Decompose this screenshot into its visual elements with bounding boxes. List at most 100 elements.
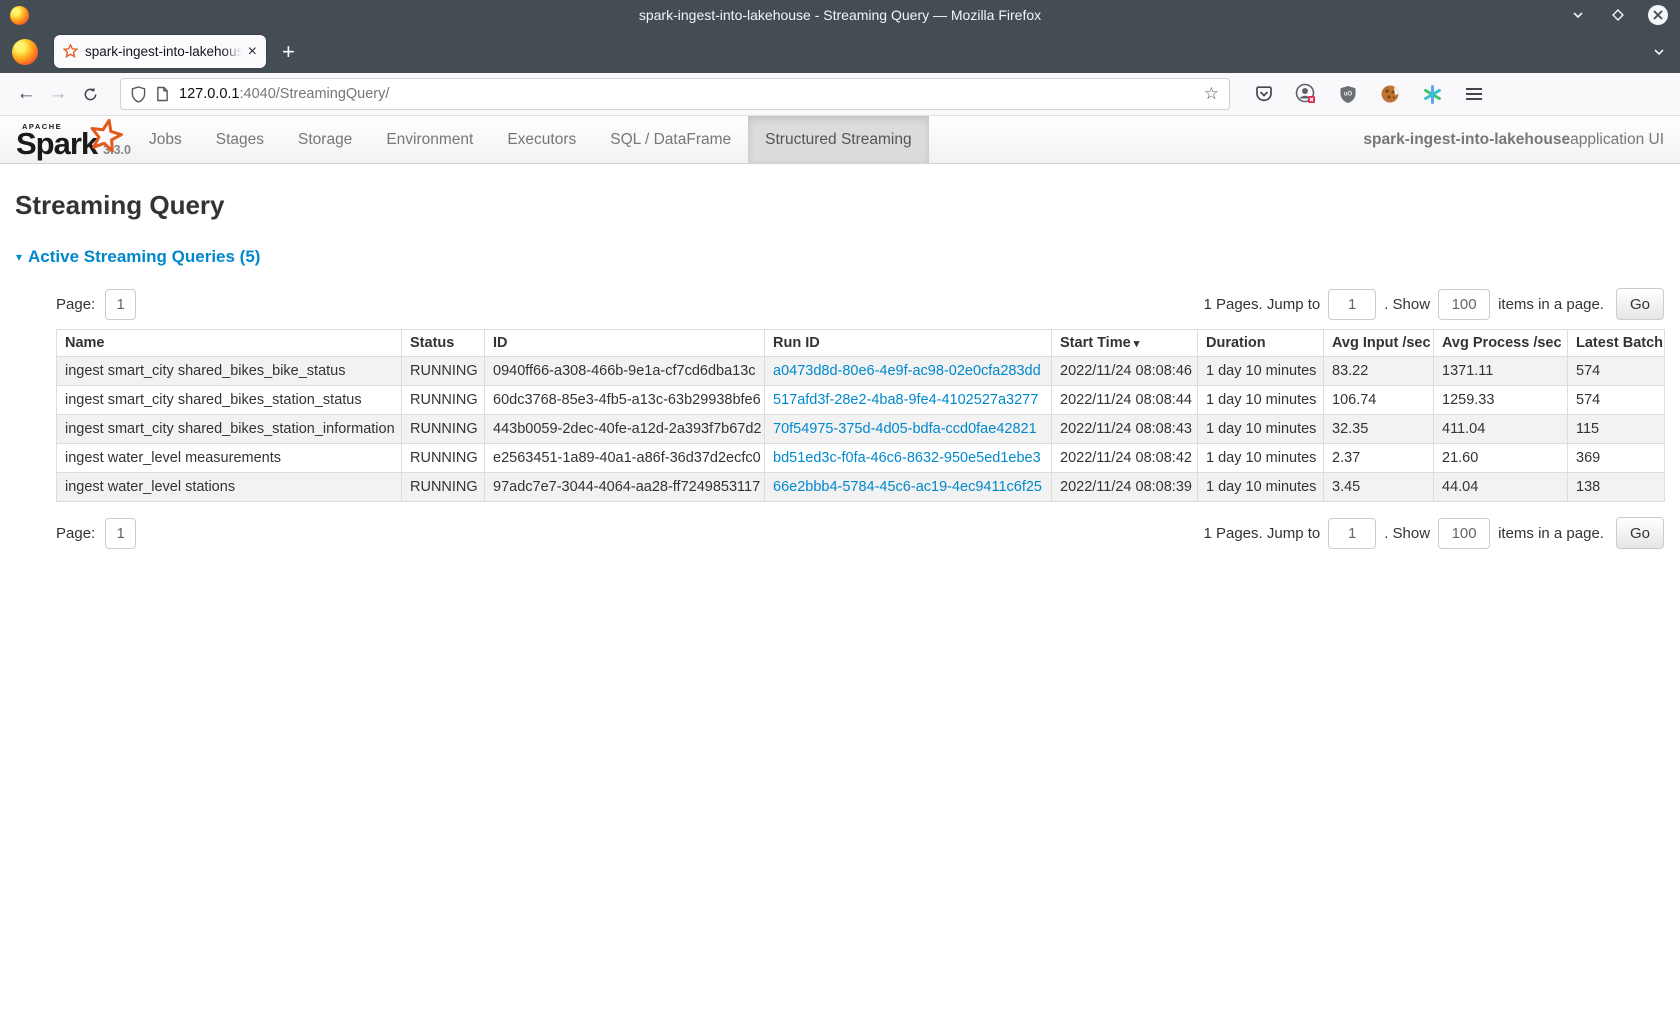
column-header-latest-batch[interactable]: Latest Batch <box>1568 330 1665 357</box>
column-header-avg-input-sec[interactable]: Avg Input /sec <box>1324 330 1434 357</box>
run-id-link[interactable]: 70f54975-375d-4d05-bdfa-ccd0fae42821 <box>773 421 1037 437</box>
shield-icon[interactable] <box>131 86 146 103</box>
extension-asterisk-icon[interactable] <box>1418 80 1446 108</box>
column-header-id[interactable]: ID <box>485 330 765 357</box>
bookmark-star-icon[interactable]: ☆ <box>1204 84 1219 104</box>
cell-id: 443b0059-2dec-40fe-a12d-2a393f7b67d2 <box>485 415 765 444</box>
cell-run-id: a0473d8d-80e6-4e9f-ac98-02e0cfa283dd <box>765 357 1052 386</box>
nav-item-environment[interactable]: Environment <box>369 116 490 163</box>
list-tabs-icon[interactable] <box>1652 45 1666 59</box>
cell-avg-process: 44.04 <box>1434 473 1568 502</box>
menu-icon[interactable] <box>1460 80 1488 108</box>
go-button[interactable]: Go <box>1616 517 1664 549</box>
page-size-input[interactable] <box>1438 289 1490 320</box>
cell-run-id: 66e2bbb4-5784-45c6-ac19-4ec9411c6f25 <box>765 473 1052 502</box>
browser-tab[interactable]: spark-ingest-into-lakehouse × <box>54 35 266 68</box>
pocket-icon[interactable] <box>1250 80 1278 108</box>
cell-id: 60dc3768-85e3-4fb5-a13c-63b29938bfe6 <box>485 386 765 415</box>
application-suffix: application UI <box>1570 131 1664 149</box>
cell-duration: 1 day 10 minutes <box>1198 415 1324 444</box>
column-header-start-time[interactable]: Start Time ▾ <box>1052 330 1198 357</box>
column-header-duration[interactable]: Duration <box>1198 330 1324 357</box>
page-number-input[interactable] <box>105 289 136 320</box>
tab-close-icon[interactable]: × <box>242 43 257 61</box>
jump-to-input[interactable] <box>1328 518 1376 549</box>
cookie-icon[interactable] <box>1376 80 1404 108</box>
application-ui-label: spark-ingest-into-lakehouse application … <box>1363 116 1680 163</box>
cell-start-time: 2022/11/24 08:08:42 <box>1052 444 1198 473</box>
cell-run-id: 517afd3f-28e2-4ba8-9fe4-4102527a3277 <box>765 386 1052 415</box>
cell-avg-input: 106.74 <box>1324 386 1434 415</box>
column-header-avg-process-sec[interactable]: Avg Process /sec <box>1434 330 1568 357</box>
nav-item-jobs[interactable]: Jobs <box>132 116 199 163</box>
cell-id: 0940ff66-a308-466b-9e1a-cf7cd6dba13c <box>485 357 765 386</box>
cell-id: 97adc7e7-3044-4064-aa28-ff7249853117 <box>485 473 765 502</box>
url-bar[interactable]: 127.0.0.1:4040/StreamingQuery/ ☆ <box>120 78 1230 110</box>
page-size-input[interactable] <box>1438 518 1490 549</box>
cell-duration: 1 day 10 minutes <box>1198 444 1324 473</box>
spark-logo[interactable]: APACHE Spark 3.3.0 <box>0 116 132 163</box>
show-label: . Show <box>1384 525 1430 542</box>
active-queries-toggle[interactable]: ▾ Active Streaming Queries (5) <box>16 247 260 267</box>
close-icon[interactable] <box>1648 5 1668 25</box>
column-header-name[interactable]: Name <box>57 330 402 357</box>
cell-avg-input: 83.22 <box>1324 357 1434 386</box>
cell-latest-batch: 138 <box>1568 473 1665 502</box>
ublock-icon[interactable]: uO <box>1334 80 1362 108</box>
show-label: . Show <box>1384 296 1430 313</box>
minimize-icon[interactable] <box>1568 5 1588 25</box>
cell-avg-process: 21.60 <box>1434 444 1568 473</box>
pagination-bottom: Page: 1 Pages. Jump to . Show items in a… <box>56 510 1664 556</box>
nav-item-stages[interactable]: Stages <box>199 116 281 163</box>
page-number-input[interactable] <box>105 518 136 549</box>
page-content: Streaming Query ▾ Active Streaming Queri… <box>0 190 1680 556</box>
tab-bar: spark-ingest-into-lakehouse × + <box>0 30 1680 73</box>
run-id-link[interactable]: a0473d8d-80e6-4e9f-ac98-02e0cfa283dd <box>773 363 1041 379</box>
tab-title: spark-ingest-into-lakehouse <box>85 44 242 59</box>
firefox-icon <box>12 39 38 65</box>
spark-logo-apache: APACHE <box>22 122 62 131</box>
page-info-icon[interactable] <box>156 86 169 102</box>
back-icon[interactable]: ← <box>10 78 42 110</box>
run-id-link[interactable]: 66e2bbb4-5784-45c6-ac19-4ec9411c6f25 <box>773 479 1042 495</box>
cell-start-time: 2022/11/24 08:08:46 <box>1052 357 1198 386</box>
forward-icon[interactable]: → <box>42 78 74 110</box>
maximize-icon[interactable] <box>1608 5 1628 25</box>
nav-item-executors[interactable]: Executors <box>490 116 593 163</box>
reload-icon[interactable] <box>74 78 106 110</box>
nav-item-storage[interactable]: Storage <box>281 116 369 163</box>
spark-navbar: APACHE Spark 3.3.0 JobsStagesStorageEnvi… <box>0 116 1680 164</box>
cell-name: ingest smart_city shared_bikes_station_i… <box>57 415 402 444</box>
cell-status: RUNNING <box>402 415 485 444</box>
new-tab-button[interactable]: + <box>282 41 295 63</box>
pagination-top: Page: 1 Pages. Jump to . Show items in a… <box>56 281 1664 327</box>
spark-favicon-icon <box>63 44 78 59</box>
page-title: Streaming Query <box>15 190 1664 221</box>
go-button[interactable]: Go <box>1616 288 1664 320</box>
jump-to-input[interactable] <box>1328 289 1376 320</box>
cell-avg-process: 411.04 <box>1434 415 1568 444</box>
items-label: items in a page. <box>1498 525 1604 542</box>
window-title: spark-ingest-into-lakehouse - Streaming … <box>0 7 1680 23</box>
url-path: :4040/StreamingQuery/ <box>239 86 389 102</box>
nav-item-sql-dataframe[interactable]: SQL / DataFrame <box>593 116 748 163</box>
table-header-row: NameStatusIDRun IDStart Time ▾DurationAv… <box>57 330 1665 357</box>
cell-status: RUNNING <box>402 386 485 415</box>
column-header-run-id[interactable]: Run ID <box>765 330 1052 357</box>
cell-name: ingest smart_city shared_bikes_bike_stat… <box>57 357 402 386</box>
pages-summary: 1 Pages. Jump to <box>1203 296 1320 313</box>
account-icon[interactable] <box>1292 80 1320 108</box>
column-header-status[interactable]: Status <box>402 330 485 357</box>
run-id-link[interactable]: 517afd3f-28e2-4ba8-9fe4-4102527a3277 <box>773 392 1038 408</box>
url-text[interactable]: 127.0.0.1:4040/StreamingQuery/ <box>179 86 1204 102</box>
page-label: Page: <box>56 296 95 313</box>
cell-name: ingest smart_city shared_bikes_station_s… <box>57 386 402 415</box>
nav-item-structured-streaming[interactable]: Structured Streaming <box>748 116 928 163</box>
svg-text:uO: uO <box>1344 91 1353 97</box>
run-id-link[interactable]: bd51ed3c-f0fa-46c6-8632-950e5ed1ebe3 <box>773 450 1041 466</box>
query-row: ingest water_level measurementsRUNNINGe2… <box>57 444 1665 473</box>
cell-avg-process: 1371.11 <box>1434 357 1568 386</box>
streaming-queries-table: NameStatusIDRun IDStart Time ▾DurationAv… <box>56 329 1665 502</box>
query-row: ingest smart_city shared_bikes_station_s… <box>57 386 1665 415</box>
url-host: 127.0.0.1 <box>179 86 239 102</box>
